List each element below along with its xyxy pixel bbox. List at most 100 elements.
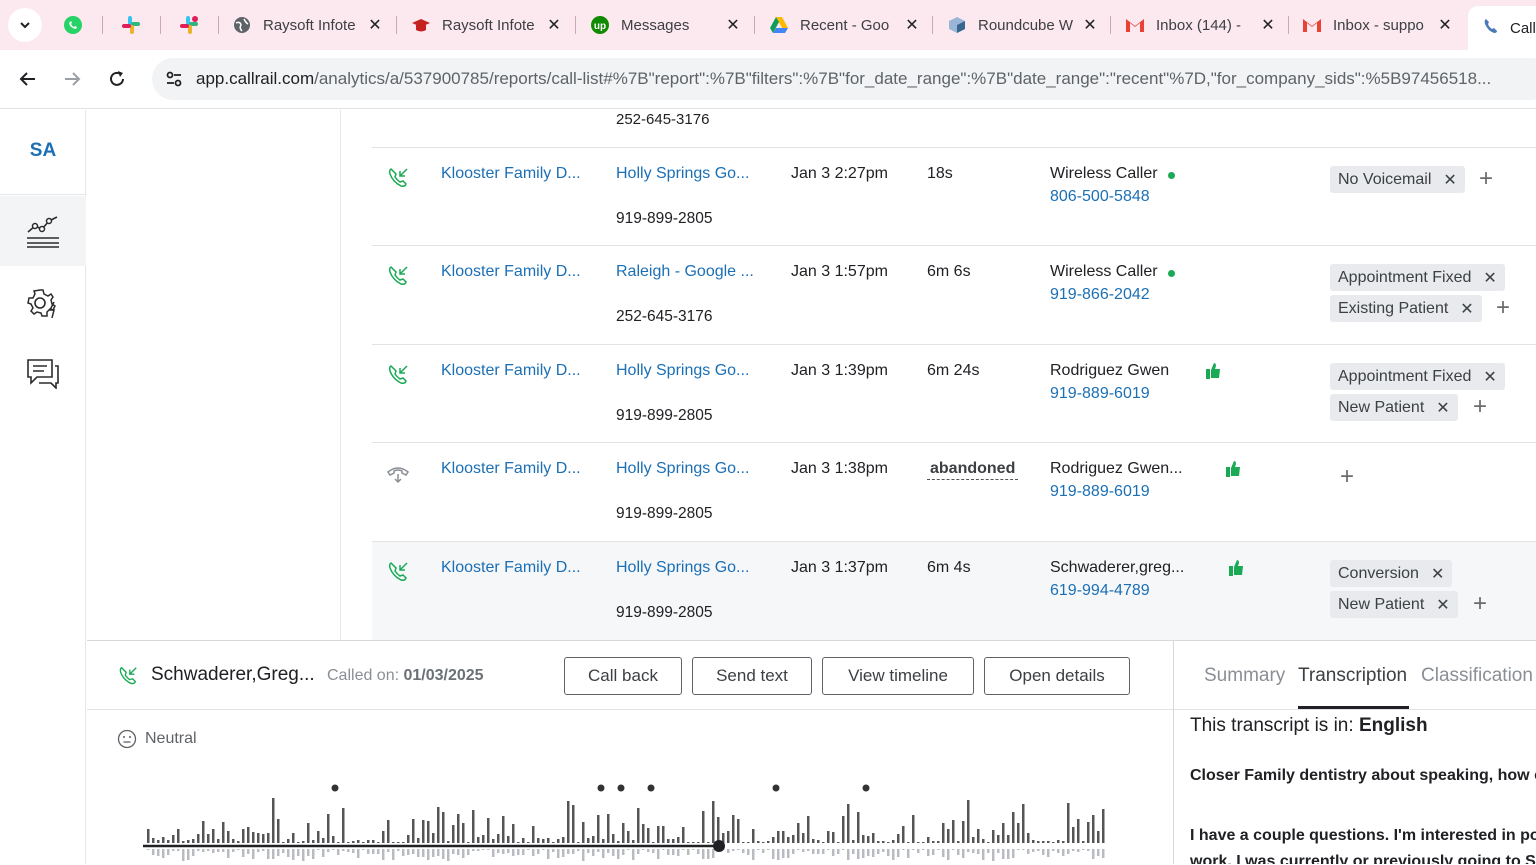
table-row[interactable]: Klooster Family D... Holly Springs Go...… bbox=[372, 147, 1536, 245]
source-link[interactable]: Holly Springs Go... bbox=[616, 362, 749, 380]
source-link[interactable]: Raleigh - Google ... bbox=[616, 263, 754, 281]
tab-raysoft-2[interactable]: Raysoft Infote ✕ bbox=[410, 6, 562, 44]
tab-transcription[interactable]: Transcription bbox=[1298, 665, 1407, 687]
sidebar-item-analytics[interactable] bbox=[0, 196, 86, 266]
tab-classification[interactable]: Classification bbox=[1421, 665, 1533, 687]
waveform-marker[interactable] bbox=[772, 784, 780, 792]
audio-waveform[interactable] bbox=[143, 781, 1123, 865]
close-icon[interactable]: ✕ bbox=[725, 15, 741, 35]
waveform-bar bbox=[662, 849, 665, 850]
company-link[interactable]: Klooster Family D... bbox=[441, 559, 581, 577]
source-link[interactable]: Holly Springs Go... bbox=[616, 559, 749, 577]
tab-search-button[interactable] bbox=[8, 8, 42, 42]
waveform-bar bbox=[157, 849, 160, 856]
tab-slack-1[interactable] bbox=[120, 6, 142, 44]
waveform-marker[interactable] bbox=[862, 784, 870, 792]
waveform-bar bbox=[812, 839, 815, 843]
remove-tag-icon[interactable]: ✕ bbox=[1460, 299, 1473, 319]
company-link[interactable]: Klooster Family D... bbox=[441, 362, 581, 380]
close-icon[interactable]: ✕ bbox=[1260, 15, 1276, 35]
close-icon[interactable]: ✕ bbox=[1082, 15, 1098, 35]
view-timeline-button[interactable]: View timeline bbox=[822, 657, 974, 695]
tab-gmail-2[interactable]: Inbox - suppo ✕ bbox=[1301, 6, 1453, 44]
source-link[interactable]: Holly Springs Go... bbox=[616, 460, 749, 478]
add-tag-button[interactable]: + bbox=[1496, 296, 1510, 320]
company-link[interactable]: Klooster Family D... bbox=[441, 263, 581, 281]
tab-slack-2[interactable] bbox=[178, 6, 200, 44]
tab-whatsapp[interactable] bbox=[62, 6, 84, 44]
waveform-bar bbox=[172, 849, 175, 851]
waveform-bar bbox=[592, 836, 595, 843]
remove-tag-icon[interactable]: ✕ bbox=[1483, 268, 1496, 288]
tab-roundcube[interactable]: Roundcube W ✕ bbox=[946, 6, 1098, 44]
sidebar-item-settings[interactable] bbox=[0, 268, 86, 338]
caller-phone-link[interactable]: 619-994-4789 bbox=[1050, 582, 1150, 600]
site-info-icon[interactable] bbox=[154, 58, 194, 100]
remove-tag-icon[interactable]: ✕ bbox=[1483, 367, 1496, 387]
tab-raysoft-1[interactable]: Raysoft Infote ✕ bbox=[231, 6, 383, 44]
remove-tag-icon[interactable]: ✕ bbox=[1431, 564, 1444, 584]
tag-label: Appointment Fixed bbox=[1338, 367, 1472, 385]
waveform-bar bbox=[747, 842, 750, 843]
reload-button[interactable] bbox=[102, 64, 132, 94]
table-row[interactable]: Klooster Family D... Raleigh - Google ..… bbox=[372, 245, 1536, 344]
close-icon[interactable]: ✕ bbox=[546, 15, 562, 35]
remove-tag-icon[interactable]: ✕ bbox=[1436, 595, 1449, 615]
open-details-button[interactable]: Open details bbox=[984, 657, 1130, 695]
add-tag-button[interactable]: + bbox=[1473, 592, 1487, 616]
add-tag-button[interactable]: + bbox=[1479, 167, 1493, 191]
close-icon[interactable]: ✕ bbox=[367, 15, 383, 35]
waveform-bar bbox=[587, 838, 590, 843]
caller-name[interactable]: Schwaderer,greg... bbox=[1050, 559, 1184, 577]
source-link[interactable]: Holly Springs Go... bbox=[616, 165, 749, 183]
waveform-marker[interactable] bbox=[597, 784, 605, 792]
back-button[interactable] bbox=[13, 64, 43, 94]
caller-phone-link[interactable]: 919-889-6019 bbox=[1050, 385, 1150, 403]
company-link[interactable]: Klooster Family D... bbox=[441, 460, 581, 478]
abandoned-label[interactable]: abandoned bbox=[927, 460, 1019, 480]
address-bar[interactable]: app.callrail.com/analytics/a/537900785/r… bbox=[152, 58, 1536, 100]
remove-tag-icon[interactable]: ✕ bbox=[1443, 170, 1456, 190]
caller-name[interactable]: Wireless Caller bbox=[1050, 263, 1158, 281]
waveform-bar bbox=[1057, 840, 1060, 843]
send-text-button[interactable]: Send text bbox=[692, 657, 812, 695]
waveform-bar bbox=[872, 849, 875, 857]
waveform-bar bbox=[352, 849, 355, 853]
remove-tag-icon[interactable]: ✕ bbox=[1436, 398, 1449, 418]
waveform-bar bbox=[422, 849, 425, 857]
waveform-bar bbox=[667, 839, 670, 843]
account-initials[interactable]: SA bbox=[0, 140, 86, 162]
waveform-bar bbox=[1017, 849, 1020, 850]
company-link[interactable]: Klooster Family D... bbox=[441, 165, 581, 183]
tab-summary[interactable]: Summary bbox=[1204, 665, 1285, 687]
add-tag-button[interactable]: + bbox=[1340, 465, 1354, 489]
app-sidebar: SA bbox=[0, 110, 86, 864]
caller-name[interactable]: Rodriguez Gwen bbox=[1050, 362, 1169, 380]
waveform-bar bbox=[242, 849, 245, 857]
table-row[interactable]: Klooster Family D... Holly Springs Go...… bbox=[372, 442, 1536, 541]
tab-callrail-active[interactable]: Call bbox=[1468, 6, 1536, 50]
call-back-button[interactable]: Call back bbox=[564, 657, 682, 695]
caller-name[interactable]: Rodriguez Gwen... bbox=[1050, 460, 1183, 478]
tab-google-drive[interactable]: Recent - Goo ✕ bbox=[768, 6, 920, 44]
tab-gmail-1[interactable]: Inbox (144) - ✕ bbox=[1124, 6, 1276, 44]
waveform-bar bbox=[712, 801, 715, 843]
caller-name[interactable]: Wireless Caller bbox=[1050, 165, 1158, 183]
close-icon[interactable]: ✕ bbox=[1437, 15, 1453, 35]
playhead-handle[interactable] bbox=[713, 840, 725, 852]
close-icon[interactable]: ✕ bbox=[904, 15, 920, 35]
caller-phone-link[interactable]: 919-866-2042 bbox=[1050, 286, 1150, 304]
sidebar-item-messages[interactable] bbox=[0, 338, 86, 408]
caller-phone-link[interactable]: 806-500-5848 bbox=[1050, 188, 1150, 206]
waveform-marker[interactable] bbox=[647, 784, 655, 792]
caller-phone-link[interactable]: 919-889-6019 bbox=[1050, 483, 1150, 501]
waveform-bar bbox=[737, 849, 740, 850]
waveform-marker[interactable] bbox=[617, 784, 625, 792]
tab-messages[interactable]: up Messages ✕ bbox=[589, 6, 741, 44]
table-row[interactable]: Klooster Family D... Holly Springs Go...… bbox=[372, 344, 1536, 442]
add-tag-button[interactable]: + bbox=[1473, 395, 1487, 419]
waveform-marker[interactable] bbox=[331, 784, 339, 792]
forward-button[interactable] bbox=[57, 64, 87, 94]
table-row-selected[interactable]: Klooster Family D... Holly Springs Go...… bbox=[372, 541, 1536, 640]
tag-label: Appointment Fixed bbox=[1338, 268, 1472, 286]
